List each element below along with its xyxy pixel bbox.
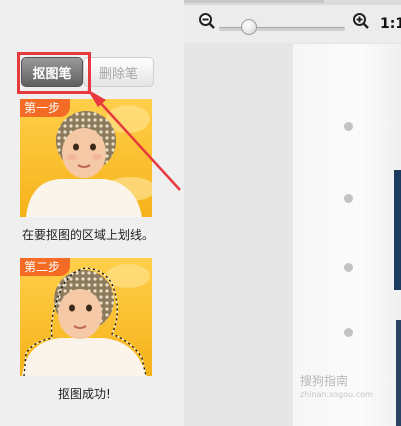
photo-subject-edge [396,320,401,426]
zoom-slider-thumb[interactable] [241,19,257,35]
wall-dot [344,263,353,272]
photo-subject-edge [394,170,401,290]
step2-badge: 第二步 [20,258,71,276]
watermark-url: zhinan.sogou.com [300,390,373,399]
zoom-out-icon[interactable] [198,12,216,30]
wall-dot [344,194,353,203]
step1-badge: 第一步 [20,99,71,117]
watermark-logo: 搜狗指南 [300,374,349,388]
wall-dot [344,328,353,337]
zoom-slider-track[interactable] [219,27,345,31]
zoom-in-icon[interactable] [352,12,370,30]
photo-canvas[interactable] [293,44,401,426]
actual-size-button[interactable]: 1:1 [380,16,401,32]
wall-dot [344,122,353,131]
